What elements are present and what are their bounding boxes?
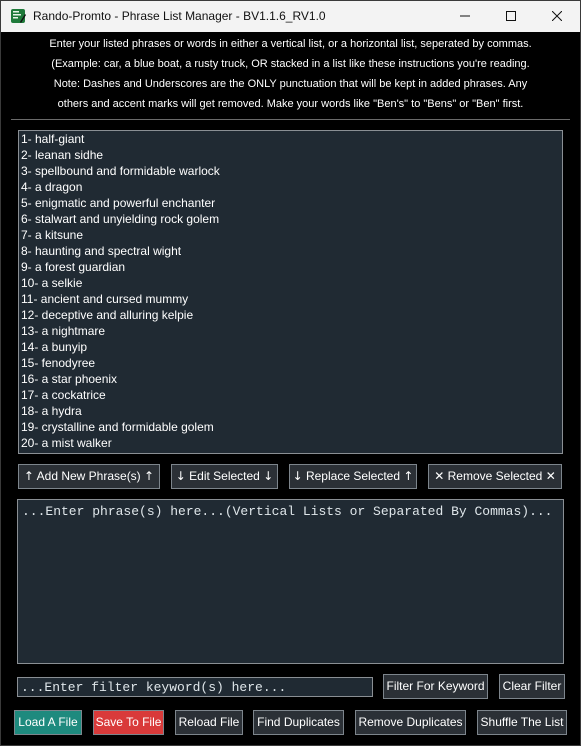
separator [11, 119, 570, 120]
list-item[interactable]: 7- a kitsune [19, 227, 562, 243]
arrow-up-icon: ↑ [403, 469, 414, 483]
find-duplicates-button[interactable]: Find Duplicates [253, 710, 344, 735]
maximize-icon [506, 11, 516, 21]
app-icon [11, 9, 26, 23]
list-item[interactable]: 16- a star phoenix [19, 371, 562, 387]
list-item[interactable]: 6- stalwart and unyielding rock golem [19, 211, 562, 227]
instruction-line: Note: Dashes and Underscores are the ONL… [53, 78, 528, 90]
phrase-input[interactable]: ...Enter phrase(s) here...(Vertical List… [17, 499, 564, 664]
list-item[interactable]: 2- leanan sidhe [19, 147, 562, 163]
reload-file-button[interactable]: Reload File [175, 710, 243, 735]
instructions: Enter your listed phrases or words in ei… [1, 34, 580, 114]
list-item[interactable]: 14- a bunyip [19, 339, 562, 355]
add-phrases-label: Add New Phrase(s) [36, 469, 141, 483]
list-item[interactable]: 8- haunting and spectral wight [19, 243, 562, 259]
remove-selected-button[interactable]: ✕ Remove Selected ✕ [428, 464, 562, 489]
list-item[interactable]: 11- ancient and cursed mummy [19, 291, 562, 307]
filter-keyword-button[interactable]: Filter For Keyword [383, 674, 488, 699]
instruction-line: Enter your listed phrases or words in ei… [49, 38, 532, 50]
remove-selected-label: Remove Selected [447, 469, 543, 483]
x-icon: ✕ [545, 469, 556, 483]
list-item[interactable]: 9- a forest guardian [19, 259, 562, 275]
instruction-line: others and accent marks will get removed… [57, 98, 524, 110]
phrase-input-placeholder: ...Enter phrase(s) here...(Vertical List… [22, 504, 553, 519]
shuffle-list-button[interactable]: Shuffle The List [477, 710, 567, 735]
replace-selected-button[interactable]: ↓ Replace Selected ↑ [289, 464, 417, 489]
list-item[interactable]: 15- fenodyree [19, 355, 562, 371]
load-file-button[interactable]: Load A File [14, 710, 82, 735]
replace-selected-label: Replace Selected [305, 469, 401, 483]
list-item[interactable]: 12- deceptive and alluring kelpie [19, 307, 562, 323]
clear-filter-button[interactable]: Clear Filter [499, 674, 565, 699]
list-item[interactable]: 17- a cockatrice [19, 387, 562, 403]
add-phrases-button[interactable]: ↑ Add New Phrase(s) ↑ [18, 464, 160, 489]
minimize-button[interactable] [442, 1, 488, 32]
arrow-up-icon: ↑ [144, 469, 155, 483]
maximize-button[interactable] [488, 1, 534, 32]
list-item[interactable]: 20- a mist walker [19, 435, 562, 451]
list-item[interactable]: 4- a dragon [19, 179, 562, 195]
list-item[interactable]: 13- a nightmare [19, 323, 562, 339]
arrow-down-icon: ↓ [263, 469, 274, 483]
filter-input-placeholder: ...Enter filter keyword(s) here... [21, 680, 287, 695]
instruction-line: (Example: car, a blue boat, a rusty truc… [51, 58, 530, 70]
list-item[interactable]: 10- a selkie [19, 275, 562, 291]
edit-selected-button[interactable]: ↓ Edit Selected ↓ [171, 464, 278, 489]
arrow-down-icon: ↓ [175, 469, 186, 483]
remove-duplicates-button[interactable]: Remove Duplicates [355, 710, 466, 735]
list-item[interactable]: 18- a hydra [19, 403, 562, 419]
list-item[interactable]: 5- enigmatic and powerful enchanter [19, 195, 562, 211]
list-item[interactable]: 1- half-giant [19, 131, 562, 147]
arrow-down-icon: ↓ [292, 469, 303, 483]
window-title: Rando-Promto - Phrase List Manager - BV1… [33, 9, 326, 23]
close-icon [552, 11, 562, 21]
phrase-list[interactable]: 1- half-giant 2- leanan sidhe 3- spellbo… [18, 130, 563, 454]
list-item[interactable]: 19- crystalline and formidable golem [19, 419, 562, 435]
x-icon: ✕ [434, 469, 445, 483]
minimize-icon [460, 15, 470, 17]
arrow-up-icon: ↑ [23, 469, 34, 483]
list-item[interactable]: 3- spellbound and formidable warlock [19, 163, 562, 179]
title-bar[interactable]: Rando-Promto - Phrase List Manager - BV1… [1, 1, 580, 32]
filter-input[interactable]: ...Enter filter keyword(s) here... [17, 677, 373, 697]
edit-selected-label: Edit Selected [189, 469, 260, 483]
app-window: Rando-Promto - Phrase List Manager - BV1… [0, 0, 581, 746]
close-button[interactable] [534, 1, 580, 32]
save-file-button[interactable]: Save To File [93, 710, 164, 735]
